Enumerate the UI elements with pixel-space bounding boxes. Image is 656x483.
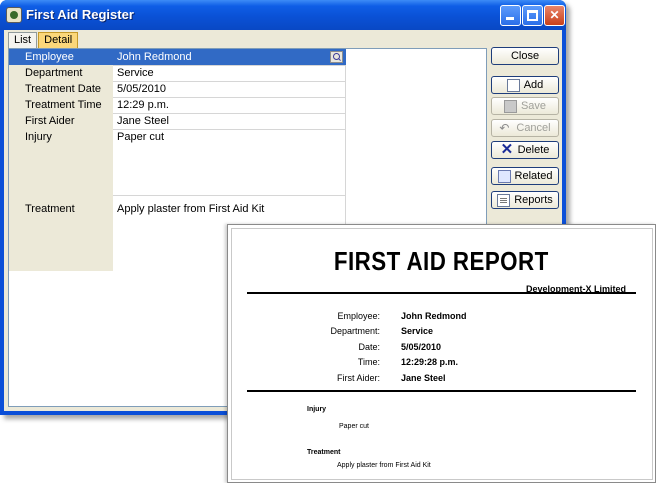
delete-icon: ✕ xyxy=(500,140,514,158)
report-date-label: Date: xyxy=(358,342,380,352)
cancel-button-label: Cancel xyxy=(516,122,551,134)
grid-line xyxy=(113,81,345,82)
related-button[interactable]: Related xyxy=(491,167,559,185)
department-field[interactable]: Service xyxy=(117,67,154,79)
delete-button-label: Delete xyxy=(517,144,550,156)
first-aider-label: First Aider xyxy=(25,115,75,127)
report-injury-heading: Injury xyxy=(307,406,327,413)
report-company: Development-X Limited xyxy=(525,284,626,294)
minimize-icon xyxy=(506,17,514,20)
report-middle-rule xyxy=(247,390,636,392)
window-title: First Aid Register xyxy=(26,7,134,22)
related-icon xyxy=(497,169,511,183)
treatment-field[interactable]: Apply plaster from First Aid Kit xyxy=(117,203,264,215)
save-button-label: Save xyxy=(520,100,547,112)
report-employee-label: Employee: xyxy=(337,311,380,321)
cancel-button[interactable]: ↶ Cancel xyxy=(491,119,559,137)
treatment-time-field[interactable]: 12:29 p.m. xyxy=(117,99,169,111)
grid-line xyxy=(113,129,345,130)
report-first-aider-value: Jane Steel xyxy=(401,373,446,383)
report-department-label: Department: xyxy=(330,326,380,336)
add-button[interactable]: Add xyxy=(491,76,559,94)
grid-line xyxy=(113,113,345,114)
add-icon xyxy=(506,78,520,92)
injury-label: Injury xyxy=(25,131,52,143)
reports-button-label: Reports xyxy=(514,194,553,206)
delete-button[interactable]: ✕ Delete xyxy=(491,141,559,159)
title-bar[interactable]: First Aid Register ✕ xyxy=(0,0,566,30)
maximize-icon xyxy=(527,10,538,21)
cancel-icon: ↶ xyxy=(499,120,510,135)
screenshot: First Aid Register ✕ List Detail Employe… xyxy=(0,0,656,483)
close-icon: ✕ xyxy=(549,8,560,22)
employee-label: Employee xyxy=(9,49,113,65)
report-border: FIRST AID REPORT Development-X Limited E… xyxy=(231,228,653,480)
save-button[interactable]: Save xyxy=(491,97,559,115)
report-first-aider-label: First Aider: xyxy=(336,373,380,383)
app-icon xyxy=(6,7,22,23)
report-employee-value: John Redmond xyxy=(401,311,467,321)
save-icon xyxy=(503,99,517,113)
grid-line xyxy=(113,97,345,98)
report-treatment-heading: Treatment xyxy=(307,449,341,456)
injury-field[interactable]: Paper cut xyxy=(117,131,164,143)
tab-list[interactable]: List xyxy=(8,32,38,48)
report-department-value: Service xyxy=(401,326,434,336)
department-label: Department xyxy=(25,67,83,79)
add-button-label: Add xyxy=(523,79,544,91)
report-time-label: Time: xyxy=(357,357,380,367)
report-treatment-text: Apply plaster from First Aid Kit xyxy=(337,462,431,469)
close-button[interactable]: Close xyxy=(491,47,559,65)
first-aid-report-page: FIRST AID REPORT Development-X Limited E… xyxy=(227,224,656,483)
report-time-value: 12:29:28 p.m. xyxy=(401,357,459,367)
employee-field[interactable]: John Redmond xyxy=(113,49,346,65)
related-button-label: Related xyxy=(514,170,553,182)
report-injury-text: Paper cut xyxy=(339,423,369,430)
treatment-time-label: Treatment Time xyxy=(25,99,102,111)
reports-button[interactable]: Reports xyxy=(491,191,559,209)
close-window-button[interactable]: ✕ xyxy=(544,5,565,26)
report-date-value: 5/05/2010 xyxy=(401,342,442,352)
treatment-label: Treatment xyxy=(25,203,75,215)
tab-bar: List Detail xyxy=(8,32,79,48)
report-title: FIRST AID REPORT xyxy=(333,246,549,276)
reports-icon xyxy=(497,193,511,207)
close-button-label: Close xyxy=(510,50,540,62)
first-aider-field[interactable]: Jane Steel xyxy=(117,115,169,127)
lookup-icon[interactable] xyxy=(330,51,343,63)
tab-detail[interactable]: Detail xyxy=(38,32,79,48)
treatment-date-field[interactable]: 5/05/2010 xyxy=(117,83,166,95)
minimize-button[interactable] xyxy=(500,5,521,26)
grid-line xyxy=(113,65,345,66)
grid-line xyxy=(113,195,345,196)
maximize-button[interactable] xyxy=(522,5,543,26)
treatment-date-label: Treatment Date xyxy=(25,83,102,95)
